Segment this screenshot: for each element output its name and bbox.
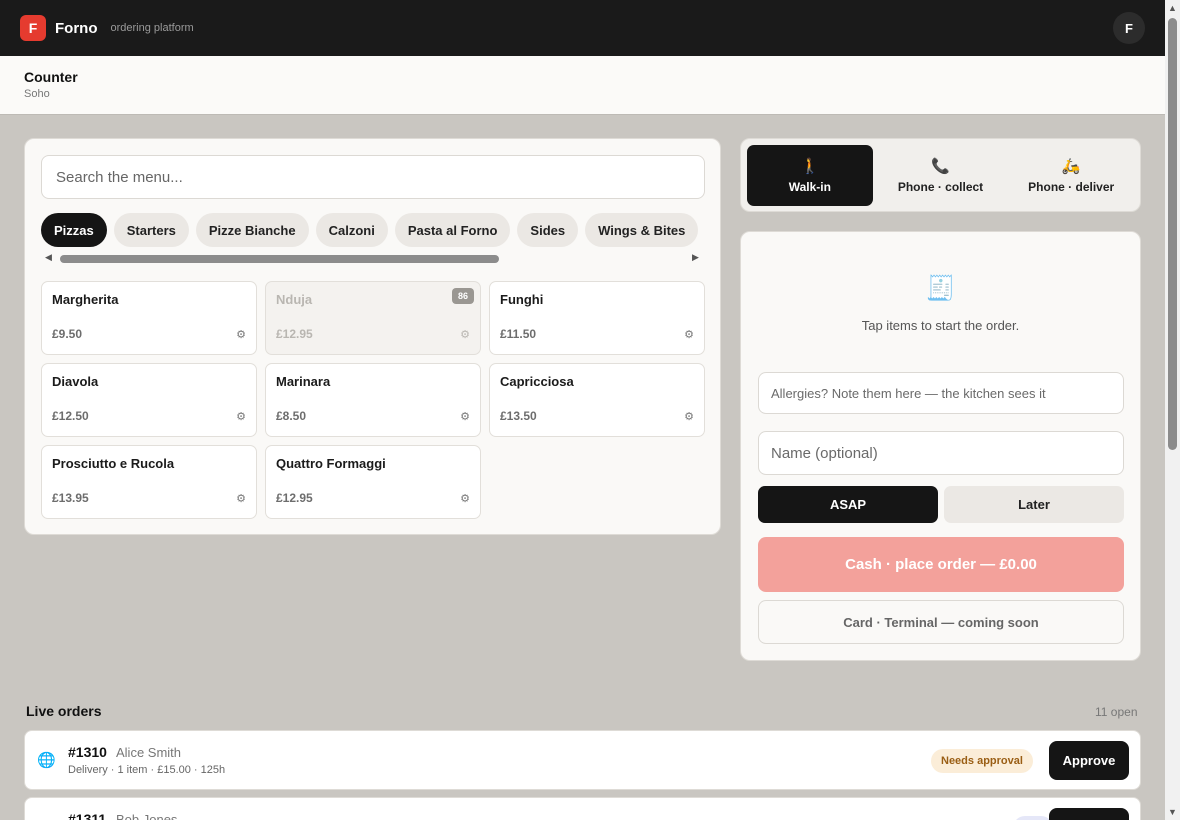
place-order-cash-button[interactable]: Cash · place order — £0.00: [758, 537, 1124, 592]
menu-items-grid: Margherita £9.50 ⚙ Nduja 86 £12.95 ⚙ Fun…: [41, 281, 705, 519]
order-type-label: Phone · collect: [897, 180, 984, 194]
empty-order-message: Tap items to start the order.: [861, 318, 1020, 333]
live-order-row[interactable]: #1311 Bob Jones: [24, 797, 1141, 820]
order-action-button[interactable]: [1049, 808, 1129, 820]
open-orders-count: 11 open: [1095, 705, 1138, 719]
category-tab-pizzas[interactable]: Pizzas: [41, 213, 107, 247]
category-tabs: Pizzas Starters Pizze Bianche Calzoni Pa…: [41, 213, 705, 247]
category-tab-sides[interactable]: Sides: [517, 213, 579, 247]
category-tab-pasta-al-forno[interactable]: Pasta al Forno: [394, 213, 511, 247]
order-customer: Alice Smith: [116, 745, 182, 760]
settings-icon[interactable]: ⚙: [684, 410, 694, 423]
menu-item-card[interactable]: Nduja 86 £12.95 ⚙: [265, 281, 481, 355]
app-tagline: ordering platform: [110, 22, 194, 34]
order-number: #1311: [68, 811, 107, 820]
order-number: #1310: [68, 744, 107, 760]
menu-item-price: £13.95: [52, 491, 89, 505]
scooter-icon: 🛵: [1061, 158, 1081, 175]
live-orders-title: Live orders: [26, 703, 102, 719]
card-terminal-button[interactable]: Card · Terminal — coming soon: [758, 600, 1124, 644]
settings-icon[interactable]: ⚙: [460, 328, 470, 341]
menu-item-price: £8.50: [276, 409, 307, 423]
menu-item-name: Diavola: [52, 374, 99, 389]
menu-item-price: £12.50: [52, 409, 89, 423]
menu-item-name: Margherita: [52, 292, 119, 307]
menu-item-card[interactable]: Quattro Formaggi £12.95 ⚙: [265, 445, 481, 519]
approve-button[interactable]: Approve: [1049, 741, 1129, 780]
menu-item-name: Prosciutto e Rucola: [52, 456, 175, 471]
scroll-left-arrow-icon[interactable]: ◀: [45, 252, 52, 263]
category-tab-pizze-bianche[interactable]: Pizze Bianche: [195, 213, 309, 247]
menu-item-price: £9.50: [52, 327, 83, 341]
category-tab-starters[interactable]: Starters: [113, 213, 189, 247]
settings-icon[interactable]: ⚙: [684, 328, 694, 341]
customer-name-input[interactable]: [758, 431, 1124, 475]
receipt-icon: 🧾: [925, 275, 956, 302]
later-button[interactable]: Later: [944, 486, 1124, 523]
menu-item-price: £11.50: [500, 327, 537, 341]
settings-icon[interactable]: ⚙: [236, 492, 246, 505]
menu-search-input[interactable]: [41, 155, 705, 199]
menu-item-card[interactable]: Margherita £9.50 ⚙: [41, 281, 257, 355]
menu-item-card[interactable]: Funghi £11.50 ⚙: [489, 281, 705, 355]
order-type-phone-deliver[interactable]: 🛵 Phone · deliver: [1008, 145, 1134, 206]
order-type-walk-in[interactable]: 🚶 Walk-in: [747, 145, 873, 206]
order-customer: Bob Jones: [116, 812, 178, 820]
order-type-label: Walk-in: [788, 180, 831, 194]
page-title: Counter: [24, 69, 78, 85]
menu-item-name: Marinara: [276, 374, 331, 389]
settings-icon[interactable]: ⚙: [460, 410, 470, 423]
menu-item-card[interactable]: Prosciutto e Rucola £13.95 ⚙: [41, 445, 257, 519]
user-avatar[interactable]: F: [1113, 12, 1145, 44]
globe-icon: 🌐: [37, 752, 56, 769]
menu-item-card[interactable]: Capricciosa £13.50 ⚙: [489, 363, 705, 437]
scroll-up-arrow-icon[interactable]: ▲: [1166, 2, 1179, 14]
app-logo[interactable]: F: [20, 15, 46, 41]
menu-item-price: £12.95: [276, 327, 313, 341]
phone-icon: 📞: [931, 158, 950, 175]
menu-item-price: £13.50: [500, 409, 537, 423]
status-badge: Needs approval: [931, 749, 1033, 773]
page-scrollbar-thumb[interactable]: [1168, 18, 1177, 450]
walking-person-icon: 🚶: [800, 158, 820, 175]
order-panel: 🧾 Tap items to start the order. ASAP Lat…: [740, 231, 1141, 661]
category-scrollbar-thumb[interactable]: [60, 255, 499, 263]
asap-button[interactable]: ASAP: [758, 486, 938, 523]
category-tab-wings-bites[interactable]: Wings & Bites: [585, 213, 699, 247]
page-header: Counter Soho: [0, 56, 1165, 115]
menu-item-name: Funghi: [500, 292, 544, 307]
menu-item-card[interactable]: Marinara £8.50 ⚙: [265, 363, 481, 437]
top-bar: F Forno ordering platform F: [0, 0, 1165, 56]
menu-item-name: Capricciosa: [500, 374, 574, 389]
sold-out-badge: 86: [452, 288, 474, 304]
live-order-row[interactable]: 🌐 #1310 Alice Smith Delivery · 1 item · …: [24, 730, 1141, 790]
allergy-notes-input[interactable]: [758, 372, 1124, 414]
settings-icon[interactable]: ⚙: [236, 410, 246, 423]
menu-item-name: Quattro Formaggi: [276, 456, 386, 471]
menu-item-price: £12.95: [276, 491, 313, 505]
order-detail: Delivery · 1 item · £15.00 · 125h: [68, 764, 226, 776]
scroll-down-arrow-icon[interactable]: ▼: [1166, 806, 1179, 818]
settings-icon[interactable]: ⚙: [460, 492, 470, 505]
scroll-right-arrow-icon[interactable]: ▶: [692, 252, 699, 263]
order-type-phone-collect[interactable]: 📞 Phone · collect: [878, 145, 1004, 206]
app-name: Forno: [55, 19, 98, 37]
status-badge: [1013, 816, 1053, 820]
order-type-label: Phone · deliver: [1028, 180, 1115, 194]
category-tab-calzoni[interactable]: Calzoni: [315, 213, 388, 247]
order-type-selector: 🚶 Walk-in 📞 Phone · collect 🛵 Phone · de…: [740, 138, 1141, 212]
menu-panel: Pizzas Starters Pizze Bianche Calzoni Pa…: [24, 138, 721, 535]
menu-item-name: Nduja: [276, 292, 313, 307]
menu-item-card[interactable]: Diavola £12.50 ⚙: [41, 363, 257, 437]
settings-icon[interactable]: ⚙: [236, 328, 246, 341]
location-label: Soho: [24, 88, 50, 100]
